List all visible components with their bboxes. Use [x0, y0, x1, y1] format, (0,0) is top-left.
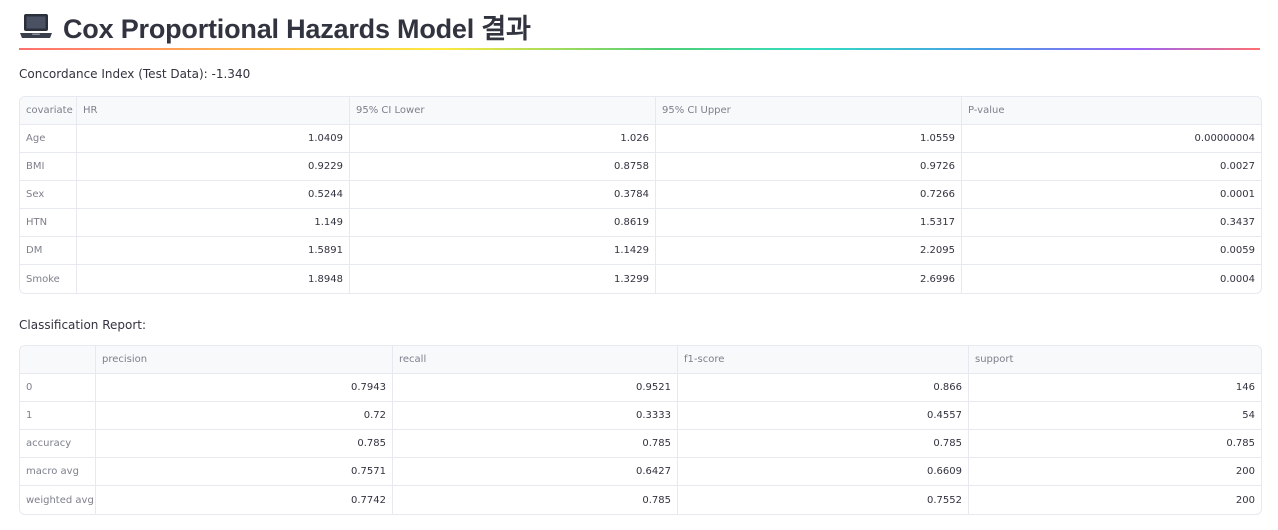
page-title: Cox Proportional Hazards Model 결과 [19, 8, 531, 44]
table-cell[interactable]: 1.0559 [656, 125, 962, 153]
table-cell[interactable]: 0.7266 [656, 181, 962, 209]
table-cell[interactable]: 0.785 [393, 430, 678, 458]
column-header-index[interactable] [20, 346, 96, 374]
column-header-covariate[interactable]: covariate [20, 97, 77, 125]
classification-report-table[interactable]: precision recall f1-score support 0 0.7943 0.… [19, 345, 1262, 515]
table-header-row: precision recall f1-score support [20, 346, 1261, 374]
table-cell[interactable]: 2.2095 [656, 237, 962, 265]
table-row: weighted avg 0.7742 0.785 0.7552 200 [20, 486, 1261, 514]
table-cell[interactable]: 0.8758 [350, 153, 656, 181]
table-cell[interactable]: 0.0059 [962, 237, 1261, 265]
table-row: Smoke 1.8948 1.3299 2.6996 0.0004 [20, 265, 1261, 293]
column-header-ci-upper[interactable]: 95% CI Upper [656, 97, 962, 125]
row-label[interactable]: 0 [20, 374, 96, 402]
column-header-hr[interactable]: HR [77, 97, 350, 125]
laptop-icon [20, 14, 52, 38]
row-label[interactable]: accuracy [20, 430, 96, 458]
table-cell[interactable]: 0.0027 [962, 153, 1261, 181]
table-row: Age 1.0409 1.026 1.0559 0.00000004 [20, 125, 1261, 153]
table-cell[interactable]: 0.3437 [962, 209, 1261, 237]
table-cell[interactable]: 0.7571 [96, 458, 393, 486]
table-cell[interactable]: 0.5244 [77, 181, 350, 209]
table-cell[interactable]: 0.7943 [96, 374, 393, 402]
table-row: accuracy 0.785 0.785 0.785 0.785 [20, 430, 1261, 458]
row-label[interactable]: DM [20, 237, 77, 265]
row-label[interactable]: HTN [20, 209, 77, 237]
table-cell[interactable]: 1.3299 [350, 265, 656, 293]
title-divider [19, 48, 1260, 50]
table-cell[interactable]: 2.6996 [656, 265, 962, 293]
table-cell[interactable]: 0.9521 [393, 374, 678, 402]
table-cell[interactable]: 0.785 [393, 486, 678, 514]
table-cell[interactable]: 1.026 [350, 125, 656, 153]
column-header-recall[interactable]: recall [393, 346, 678, 374]
table-cell[interactable]: 146 [969, 374, 1261, 402]
table-cell[interactable]: 0.9229 [77, 153, 350, 181]
column-header-f1-score[interactable]: f1-score [678, 346, 969, 374]
column-header-support[interactable]: support [969, 346, 1261, 374]
cox-results-table[interactable]: covariate HR 95% CI Lower 95% CI Upper P-val… [19, 96, 1262, 294]
table-cell[interactable]: 0.3333 [393, 402, 678, 430]
table-cell[interactable]: 1.1429 [350, 237, 656, 265]
table-cell[interactable]: 0.7552 [678, 486, 969, 514]
table-row: 1 0.72 0.3333 0.4557 54 [20, 402, 1261, 430]
table-cell[interactable]: 0.6427 [393, 458, 678, 486]
column-header-precision[interactable]: precision [96, 346, 393, 374]
row-label[interactable]: BMI [20, 153, 77, 181]
table-cell[interactable]: 0.7742 [96, 486, 393, 514]
column-header-ci-lower[interactable]: 95% CI Lower [350, 97, 656, 125]
row-label[interactable]: weighted avg [20, 486, 96, 514]
table-cell[interactable]: 0.6609 [678, 458, 969, 486]
row-label[interactable]: Smoke [20, 265, 77, 293]
row-label[interactable]: Age [20, 125, 77, 153]
table-row: HTN 1.149 0.8619 1.5317 0.3437 [20, 209, 1261, 237]
table-cell[interactable]: 1.5891 [77, 237, 350, 265]
table-cell[interactable]: 54 [969, 402, 1261, 430]
page-title-text: Cox Proportional Hazards Model 결과 [63, 13, 531, 44]
table-cell[interactable]: 1.5317 [656, 209, 962, 237]
table-cell[interactable]: 1.8948 [77, 265, 350, 293]
table-cell[interactable]: 0.785 [678, 430, 969, 458]
table-cell[interactable]: 0.8619 [350, 209, 656, 237]
table-cell[interactable]: 200 [969, 486, 1261, 514]
row-label[interactable]: Sex [20, 181, 77, 209]
table-cell[interactable]: 0.785 [969, 430, 1261, 458]
table-cell[interactable]: 1.0409 [77, 125, 350, 153]
classification-label: Classification Report: [19, 318, 147, 332]
table-row: macro avg 0.7571 0.6427 0.6609 200 [20, 458, 1261, 486]
concordance-label: Concordance Index (Test Data): -1.340 [19, 67, 251, 81]
column-header-p-value[interactable]: P-value [962, 97, 1261, 125]
table-row: 0 0.7943 0.9521 0.866 146 [20, 374, 1261, 402]
table-cell[interactable]: 0.00000004 [962, 125, 1261, 153]
table-row: DM 1.5891 1.1429 2.2095 0.0059 [20, 237, 1261, 265]
table-cell[interactable]: 0.0001 [962, 181, 1261, 209]
table-cell[interactable]: 0.0004 [962, 265, 1261, 293]
table-cell[interactable]: 0.866 [678, 374, 969, 402]
table-cell[interactable]: 0.72 [96, 402, 393, 430]
table-cell[interactable]: 0.3784 [350, 181, 656, 209]
row-label[interactable]: macro avg [20, 458, 96, 486]
table-cell[interactable]: 0.9726 [656, 153, 962, 181]
table-header-row: covariate HR 95% CI Lower 95% CI Upper P-val… [20, 97, 1261, 125]
table-cell[interactable]: 0.4557 [678, 402, 969, 430]
row-label[interactable]: 1 [20, 402, 96, 430]
table-row: Sex 0.5244 0.3784 0.7266 0.0001 [20, 181, 1261, 209]
table-cell[interactable]: 0.785 [96, 430, 393, 458]
table-cell[interactable]: 200 [969, 458, 1261, 486]
table-cell[interactable]: 1.149 [77, 209, 350, 237]
table-row: BMI 0.9229 0.8758 0.9726 0.0027 [20, 153, 1261, 181]
